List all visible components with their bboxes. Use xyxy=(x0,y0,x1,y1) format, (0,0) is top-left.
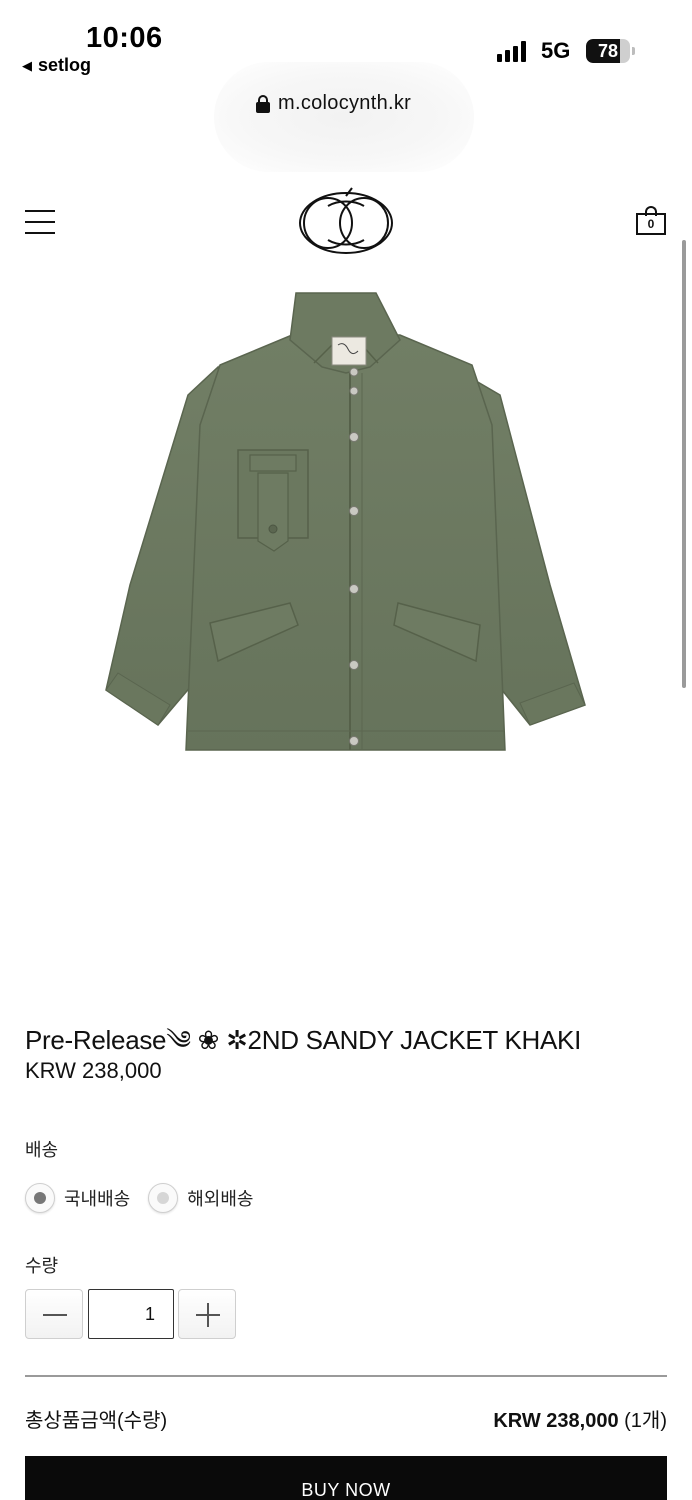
back-app-label: setlog xyxy=(38,55,92,75)
radio-label-overseas[interactable]: 해외배송 xyxy=(187,1185,253,1211)
quantity-label: 수량 xyxy=(25,1256,59,1276)
battery-icon: 78 xyxy=(586,39,630,63)
total-label: 총상품금액(수량) xyxy=(25,1410,168,1432)
url-display[interactable]: m.colocynth.kr xyxy=(256,92,411,115)
quantity-increase-button[interactable] xyxy=(178,1289,236,1339)
back-to-app-link[interactable]: ◀ setlog xyxy=(22,55,91,76)
cellular-signal-icon xyxy=(497,40,526,62)
cart-count: 0 xyxy=(647,217,655,231)
minus-icon xyxy=(43,1314,67,1316)
radio-overseas-shipping[interactable] xyxy=(148,1183,179,1213)
shipping-options: 국내배송 해외배송 xyxy=(25,1183,254,1213)
back-arrow-icon: ◀ xyxy=(22,57,32,73)
radio-domestic-shipping[interactable] xyxy=(25,1183,55,1213)
quantity-input[interactable] xyxy=(88,1289,174,1339)
product-image[interactable] xyxy=(100,285,592,755)
product-price: KRW 238,000 xyxy=(25,1058,162,1083)
radio-label-domestic[interactable]: 국내배송 xyxy=(64,1185,130,1211)
colocynth-logo-icon[interactable] xyxy=(298,186,394,256)
url-bar[interactable] xyxy=(214,62,474,172)
total-amount: KRW 238,000 xyxy=(493,1410,619,1432)
buy-now-button[interactable]: BUY NOW xyxy=(25,1456,667,1500)
status-time: 10:06 xyxy=(86,22,163,54)
shopping-bag-icon[interactable]: 0 xyxy=(634,204,668,236)
hamburger-menu-icon[interactable] xyxy=(25,208,55,236)
scrollbar[interactable] xyxy=(682,240,686,688)
quantity-decrease-button[interactable] xyxy=(25,1289,83,1339)
network-type: 5G xyxy=(541,38,571,63)
divider xyxy=(25,1375,667,1377)
shipping-label: 배송 xyxy=(25,1140,59,1160)
battery-percent: 78 xyxy=(597,40,619,61)
url-text: m.colocynth.kr xyxy=(278,92,412,114)
total-value: KRW 238,000 (1개) xyxy=(493,1404,667,1433)
lock-icon xyxy=(256,94,270,113)
battery-nub xyxy=(632,47,635,55)
total-count: (1개) xyxy=(618,1410,667,1432)
